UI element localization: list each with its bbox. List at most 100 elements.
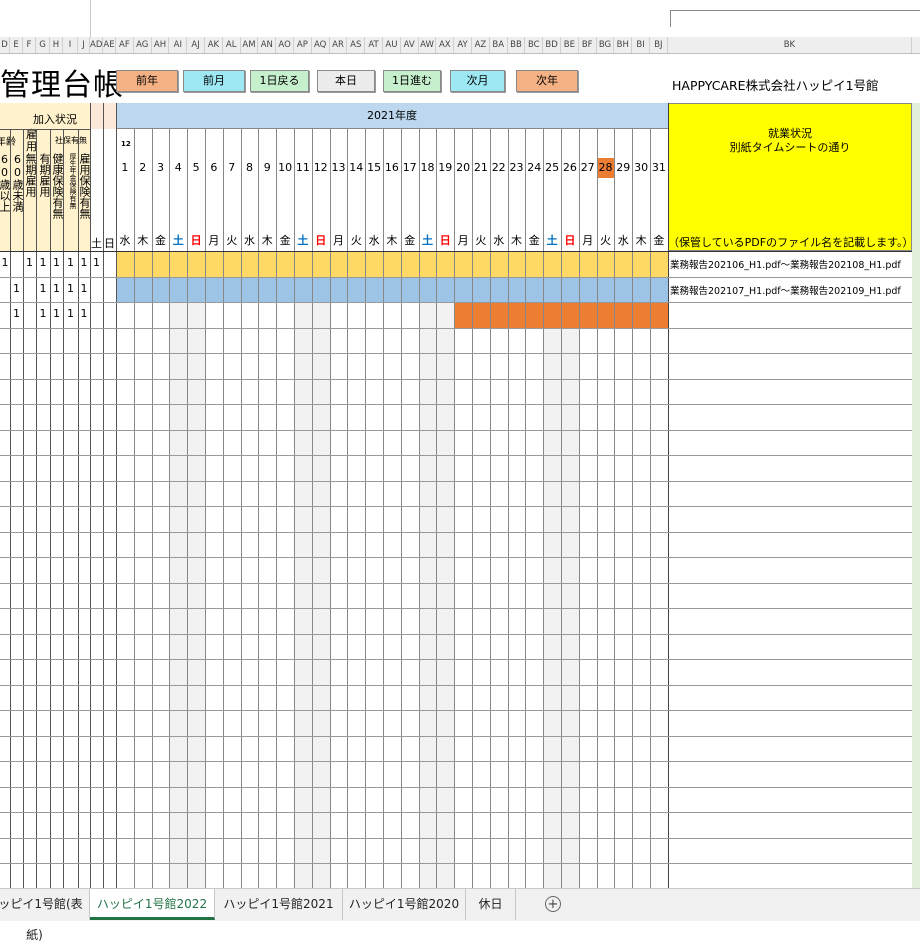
column-letter[interactable]: I <box>63 37 78 53</box>
splitter[interactable] <box>90 0 91 37</box>
sheet-tab[interactable]: ハッピイ1号館2021 <box>215 889 343 920</box>
row-value[interactable]: 1 <box>78 307 90 320</box>
column-letter[interactable]: AF <box>116 37 134 53</box>
column-letter[interactable]: BA <box>490 37 508 53</box>
day-number[interactable]: 29 <box>614 158 632 178</box>
column-letter[interactable]: BG <box>597 37 615 53</box>
column-letter[interactable]: BC <box>525 37 544 53</box>
day-number[interactable]: 1 <box>116 158 134 178</box>
sheet-tab[interactable]: ハッピイ1号館2022 <box>90 889 215 920</box>
day-number[interactable]: 27 <box>579 158 597 178</box>
row-value[interactable]: 1 <box>78 282 90 295</box>
column-letter[interactable]: G <box>36 37 50 53</box>
day-number[interactable]: 12 <box>312 158 330 178</box>
row-value[interactable]: 1 <box>50 282 63 295</box>
column-letter[interactable]: AW <box>419 37 437 53</box>
nav-button-6[interactable]: 次月 <box>450 70 505 92</box>
day-number[interactable]: 23 <box>508 158 526 178</box>
row-value[interactable]: 1 <box>10 282 23 295</box>
column-letter[interactable]: AN <box>258 37 277 53</box>
row-note[interactable]: 業務報告202107_H1.pdf～業務報告202109_H1.pdf <box>670 283 910 297</box>
column-letter[interactable]: AP <box>294 37 312 53</box>
day-number[interactable]: 19 <box>436 158 454 178</box>
day-number[interactable]: 15 <box>365 158 383 178</box>
day-number[interactable]: 16 <box>383 158 401 178</box>
day-number[interactable]: 26 <box>561 158 579 178</box>
column-letter[interactable]: AE <box>103 37 116 53</box>
column-letter[interactable]: BF <box>579 37 597 53</box>
day-number[interactable]: 25 <box>543 158 561 178</box>
column-letter[interactable]: J <box>78 37 90 53</box>
column-letter[interactable]: BH <box>614 37 633 53</box>
column-letter[interactable]: AH <box>152 37 170 53</box>
day-number[interactable]: 17 <box>401 158 419 178</box>
day-number[interactable]: 2 <box>134 158 152 178</box>
row-value[interactable]: 1 <box>50 256 63 269</box>
day-number[interactable]: 5 <box>187 158 205 178</box>
row-value[interactable]: 1 <box>78 256 90 269</box>
column-letter[interactable]: AO <box>276 37 294 53</box>
day-number[interactable]: 30 <box>632 158 650 178</box>
column-letter[interactable]: AI <box>169 37 188 53</box>
sheet-tab[interactable]: ハッピイ1号館2020 <box>343 889 466 920</box>
nav-button-5[interactable]: 1日進む <box>383 70 441 92</box>
row-value[interactable]: 1 <box>10 307 23 320</box>
column-letter[interactable]: AU <box>383 37 401 53</box>
column-letter[interactable]: AR <box>330 37 348 53</box>
day-number[interactable]: 21 <box>472 158 490 178</box>
column-letter[interactable]: AJ <box>187 37 205 53</box>
spreadsheet-grid[interactable]: 加入状況年齢雇用 社保有無 60歳以上60歳未満無期雇用有期雇用健康保険有無厚生年金… <box>0 103 920 888</box>
nav-button-3[interactable]: 1日戻る <box>250 70 309 92</box>
day-number[interactable]: 28 <box>596 158 615 178</box>
nav-button-4[interactable]: 本日 <box>317 70 375 92</box>
add-sheet-icon[interactable]: + <box>545 896 561 912</box>
row-value[interactable]: 1 <box>63 282 78 295</box>
column-letter[interactable]: AQ <box>312 37 330 53</box>
column-letter[interactable]: BD <box>543 37 561 53</box>
row-value[interactable]: 1 <box>63 307 78 320</box>
column-letter[interactable]: AS <box>347 37 366 53</box>
column-letter[interactable]: BJ <box>650 37 668 53</box>
sheet-tab[interactable]: 休日 <box>466 889 516 920</box>
column-letter[interactable]: AX <box>436 37 455 53</box>
column-letter[interactable]: BE <box>561 37 579 53</box>
row-value[interactable]: 1 <box>36 307 50 320</box>
day-number[interactable]: 3 <box>152 158 170 178</box>
nav-button-2[interactable]: 前月 <box>183 70 245 92</box>
row-value[interactable]: 1 <box>0 256 10 269</box>
column-letter[interactable]: AY <box>454 37 472 53</box>
formula-input[interactable] <box>670 10 920 27</box>
nav-button-1[interactable]: 前年 <box>116 70 178 92</box>
day-number[interactable]: 9 <box>258 158 276 178</box>
day-number[interactable]: 11 <box>294 158 312 178</box>
column-letter[interactable]: F <box>23 37 36 53</box>
column-letter[interactable]: AK <box>205 37 223 53</box>
day-number[interactable]: 20 <box>454 158 472 178</box>
day-number[interactable]: 14 <box>347 158 365 178</box>
row-value[interactable]: 1 <box>90 256 103 269</box>
column-letter[interactable]: AT <box>365 37 383 53</box>
day-number[interactable]: 22 <box>490 158 508 178</box>
row-value[interactable]: 1 <box>50 307 63 320</box>
day-number[interactable]: 24 <box>525 158 543 178</box>
column-letter[interactable]: H <box>50 37 63 53</box>
column-letter[interactable]: AM <box>241 37 259 53</box>
column-letter[interactable]: AD <box>90 37 103 53</box>
column-letter[interactable]: AV <box>401 37 419 53</box>
column-letter[interactable]: BI <box>632 37 650 53</box>
day-number[interactable]: 8 <box>241 158 259 178</box>
day-number[interactable]: 10 <box>276 158 294 178</box>
column-letter[interactable]: AL <box>223 37 241 53</box>
day-number[interactable]: 6 <box>205 158 223 178</box>
column-letter[interactable]: E <box>10 37 23 53</box>
nav-button-7[interactable]: 次年 <box>516 70 578 92</box>
row-value[interactable]: 1 <box>63 256 78 269</box>
column-letter[interactable]: BK <box>668 37 912 53</box>
row-value[interactable]: 1 <box>23 256 36 269</box>
day-number[interactable]: 13 <box>330 158 348 178</box>
row-value[interactable]: 1 <box>36 256 50 269</box>
day-number[interactable]: 18 <box>419 158 437 178</box>
row-note[interactable]: 業務報告202106_H1.pdf～業務報告202108_H1.pdf <box>670 257 910 271</box>
column-letter[interactable]: BB <box>508 37 526 53</box>
column-letter[interactable]: AZ <box>472 37 490 53</box>
